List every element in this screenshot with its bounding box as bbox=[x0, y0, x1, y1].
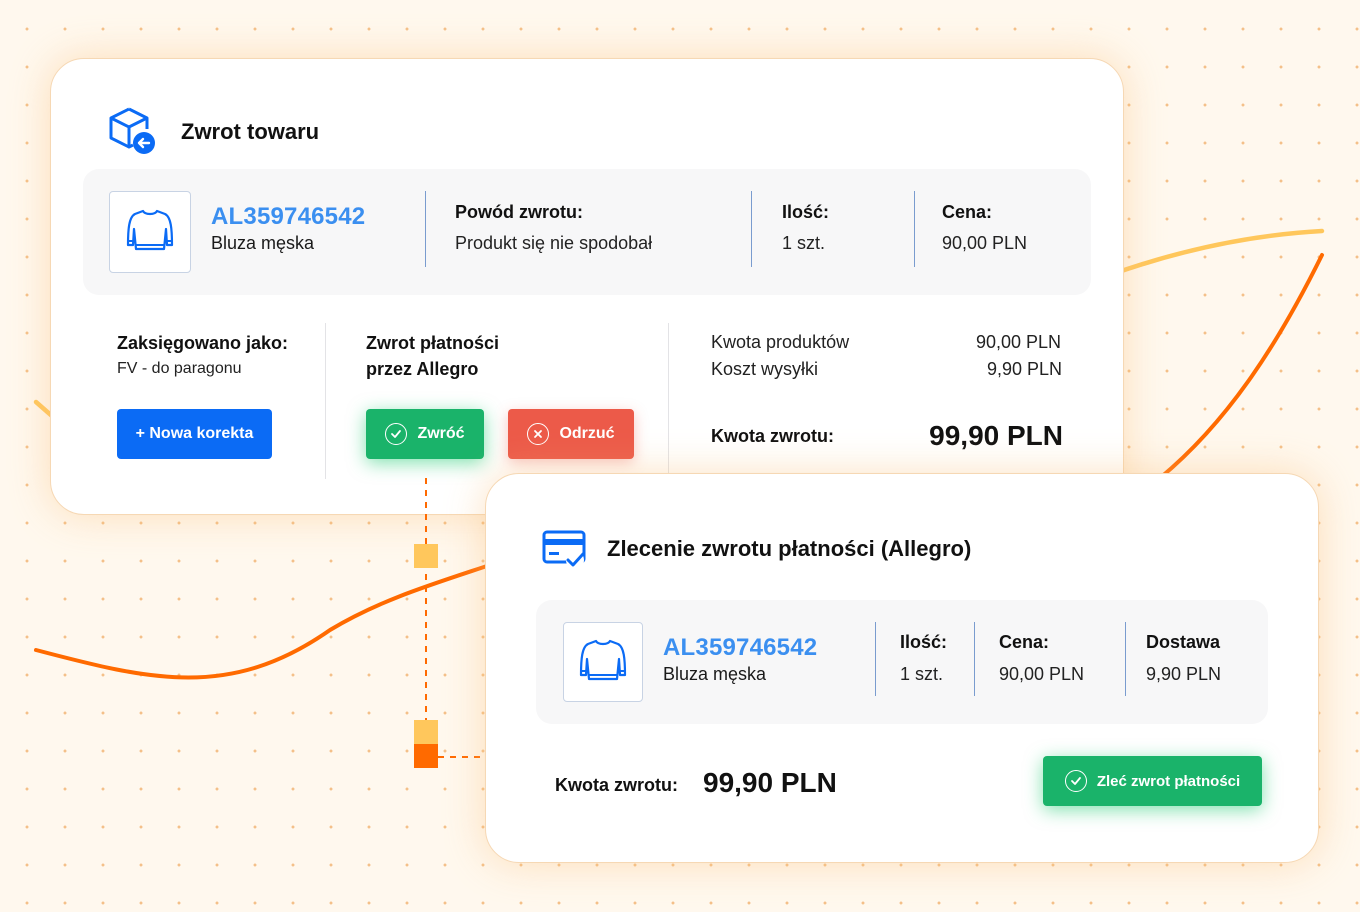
qty-label: Ilość: bbox=[900, 632, 948, 652]
divider bbox=[974, 622, 975, 696]
delivery-value: 9,90 PLN bbox=[1146, 664, 1222, 684]
delivery-label: Dostawa bbox=[1146, 632, 1221, 652]
divider bbox=[875, 622, 876, 696]
product-thumbnail bbox=[563, 622, 643, 702]
price-value: 90,00 PLN bbox=[999, 664, 1085, 684]
connector-node-yellow bbox=[414, 544, 438, 568]
refund-amount-value: 99,90 PLN bbox=[703, 767, 837, 798]
order-refund-button[interactable]: Zleć zwrot płatności bbox=[1043, 756, 1262, 806]
payment-product-panel: AL359746542 Bluza męska Ilość: 1 szt. Ce… bbox=[536, 600, 1268, 724]
sweatshirt-icon bbox=[578, 635, 628, 690]
product-name: Bluza męska bbox=[663, 664, 767, 684]
payment-refund-card: Zlecenie zwrotu płatności (Allegro) AL35… bbox=[485, 473, 1319, 863]
refund-amount-label: Kwota zwrotu: bbox=[555, 775, 678, 795]
price-label: Cena: bbox=[999, 632, 1050, 652]
order-refund-button-label: Zleć zwrot płatności bbox=[1096, 772, 1241, 790]
connector-node-orange bbox=[414, 744, 438, 768]
connector-node-yellow bbox=[414, 720, 438, 744]
card-check-icon bbox=[542, 529, 588, 574]
check-circle-icon bbox=[1064, 770, 1087, 792]
qty-value: 1 szt. bbox=[900, 664, 944, 684]
payment-card-title: Zlecenie zwrotu płatności (Allegro) bbox=[607, 536, 972, 561]
product-code[interactable]: AL359746542 bbox=[663, 634, 817, 662]
divider bbox=[1125, 622, 1126, 696]
